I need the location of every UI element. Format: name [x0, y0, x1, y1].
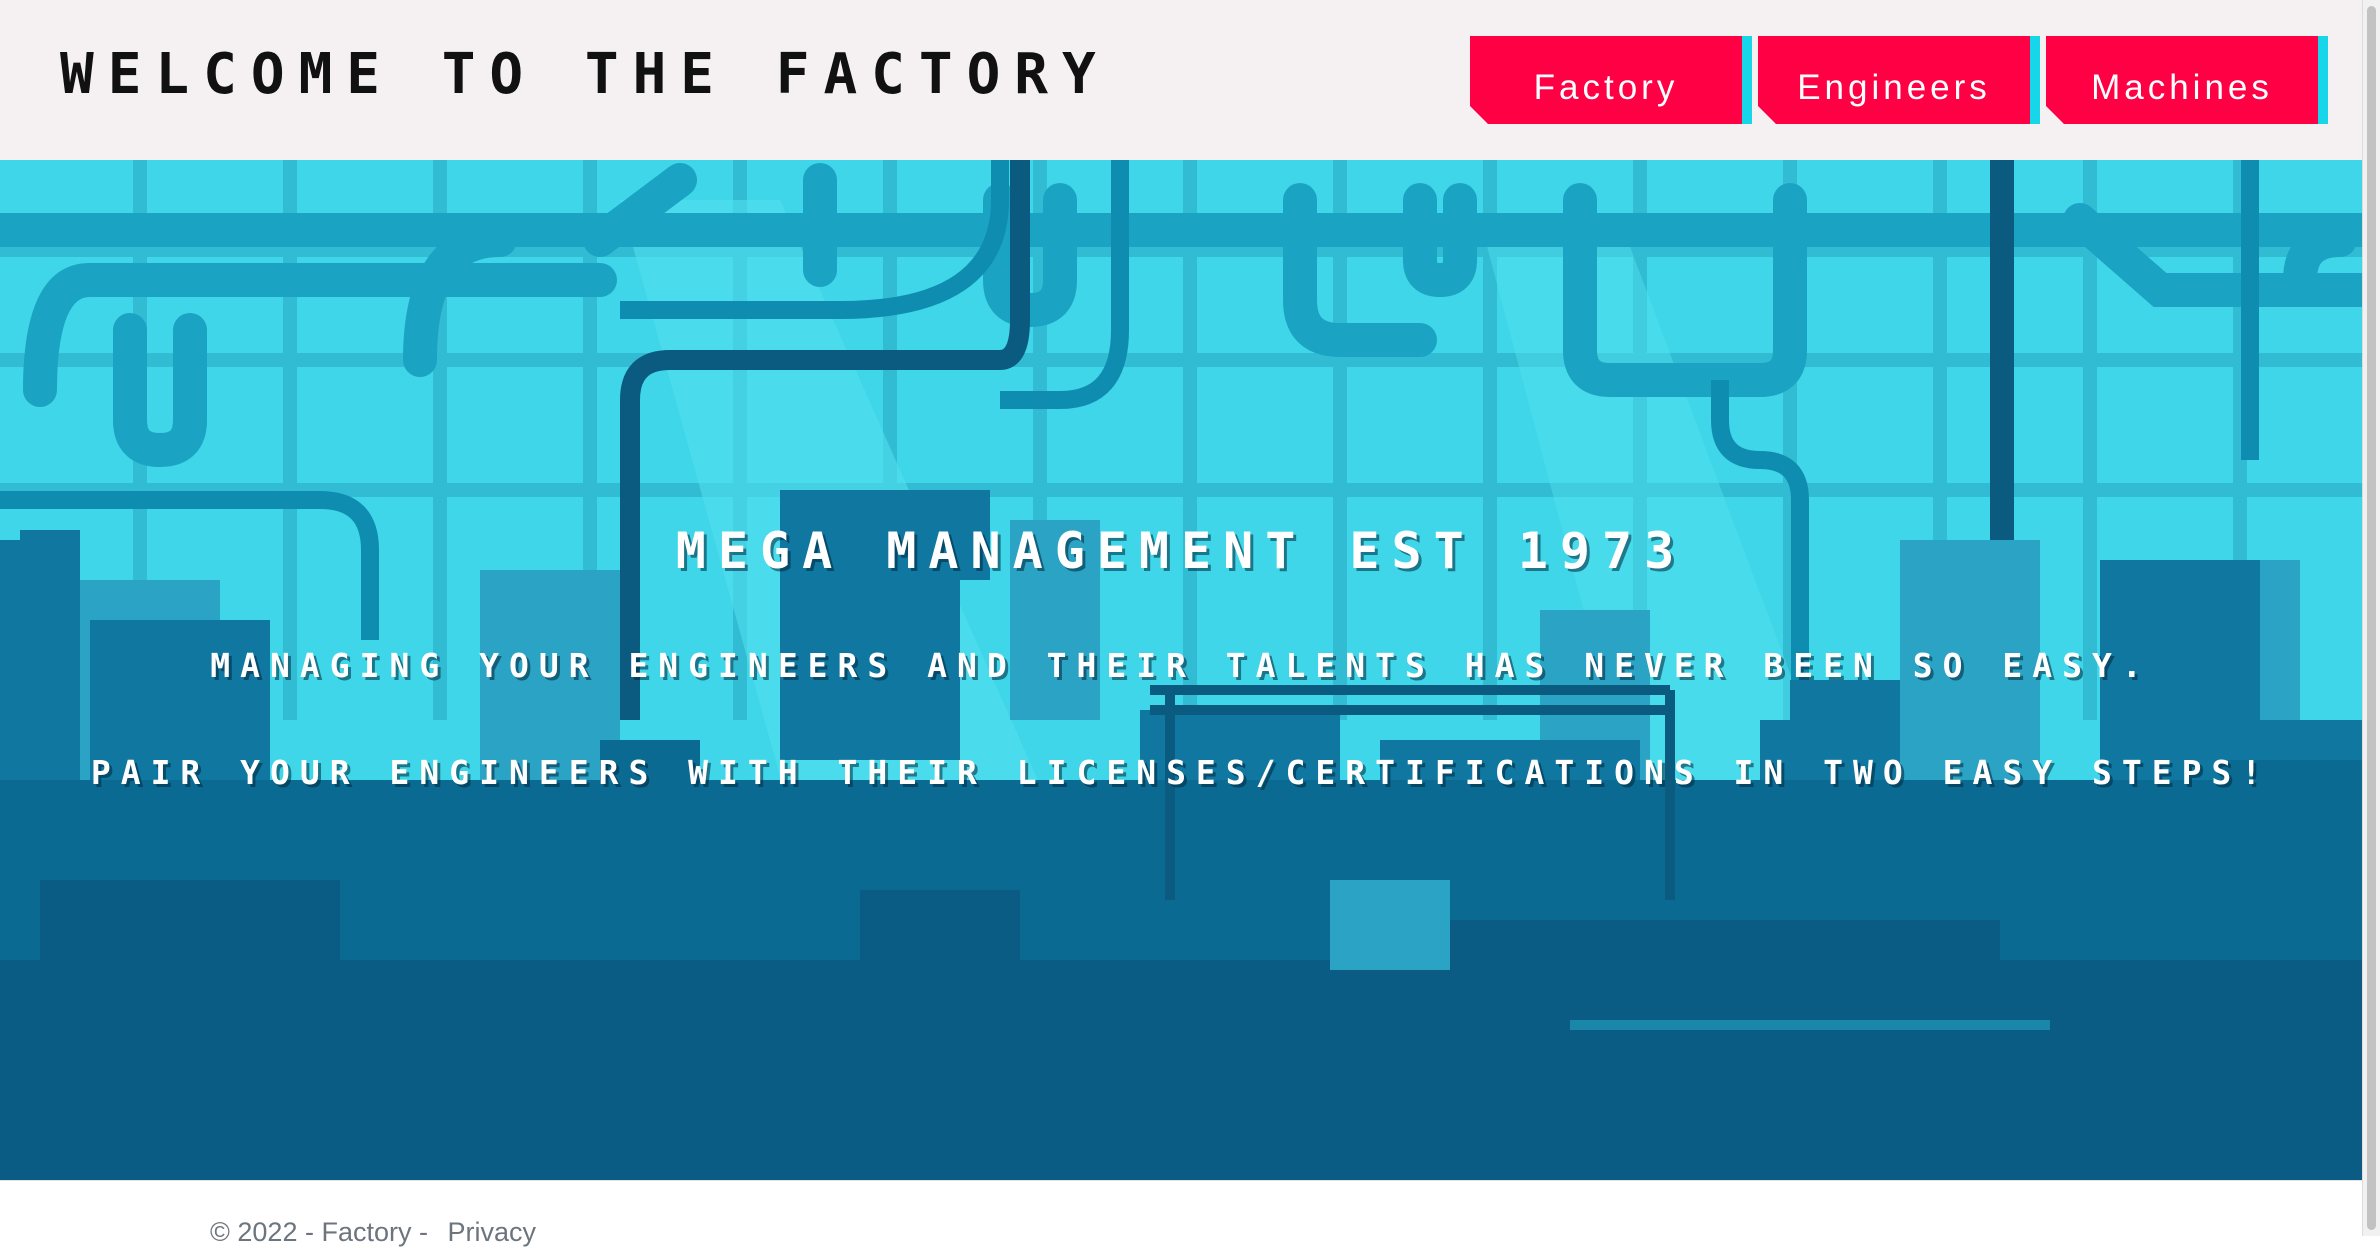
nav-factory-label: Factory	[1533, 68, 1679, 107]
hero-text-block: Mega Management Est 1973 Managing your e…	[0, 160, 2362, 1180]
privacy-link[interactable]: Privacy	[447, 1217, 536, 1247]
footer-content: © 2022 - Factory - Privacy	[210, 1217, 536, 1248]
hero-heading: Mega Management Est 1973	[675, 522, 1687, 580]
site-header: Welcome to the Factory Factory Engineers…	[0, 0, 2362, 160]
nav-engineers-label: Engineers	[1797, 68, 1991, 107]
nav-machines-label: Machines	[2091, 68, 2273, 107]
hero-subtagline: Pair your engineers with their licenses/…	[90, 753, 2272, 792]
nav-factory-button[interactable]: Factory	[1470, 36, 1742, 124]
nav-engineers-button[interactable]: Engineers	[1758, 36, 2030, 124]
scrollbar-thumb[interactable]	[2367, 6, 2376, 1230]
copyright-text: © 2022 - Factory -	[210, 1217, 436, 1247]
page-scrollbar[interactable]	[2362, 0, 2380, 1236]
hero-tagline: Managing your engineers and their talent…	[210, 646, 2152, 685]
nav-machines-button[interactable]: Machines	[2046, 36, 2318, 124]
site-footer: © 2022 - Factory - Privacy	[0, 1180, 2362, 1247]
site-title: Welcome to the Factory	[60, 42, 1110, 107]
hero-banner: Mega Management Est 1973 Managing your e…	[0, 160, 2362, 1180]
